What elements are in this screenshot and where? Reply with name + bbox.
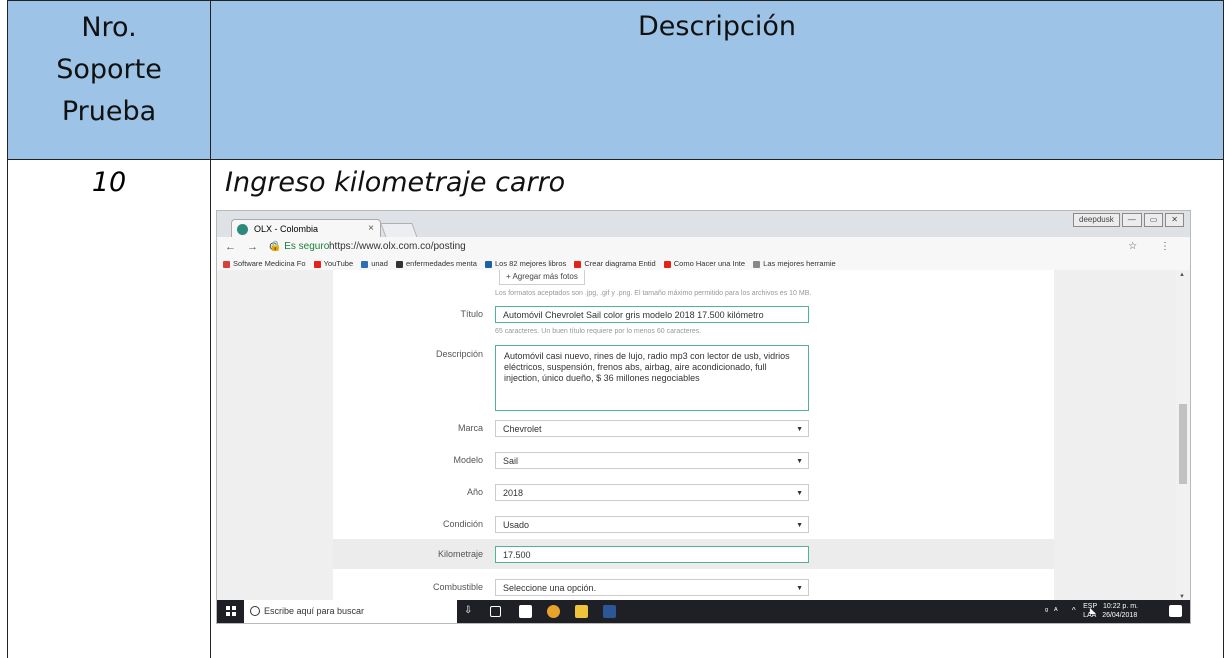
kilometraje-input[interactable]: 17.500: [495, 546, 809, 563]
bookmark-item[interactable]: YouTube: [313, 257, 353, 270]
header-line: Prueba: [61, 96, 157, 127]
header-line: Soporte: [56, 54, 162, 85]
condicion-select[interactable]: Usado ▼: [495, 516, 809, 533]
close-window-button[interactable]: ✕: [1165, 213, 1184, 227]
bookmark-item[interactable]: Software Medicina Fo: [223, 257, 306, 270]
browser-screenshot: OLX - Colombia × deepdusk — ▭ ✕ ← → C 🔒 …: [216, 210, 1191, 624]
titulo-hint: 65 caracteres. Un buen título requiere p…: [495, 328, 702, 335]
descripcion-label: Descripción: [435, 349, 483, 359]
row-title: Ingreso kilometraje carro: [225, 167, 566, 198]
modelo-select[interactable]: Sail ▼: [495, 452, 809, 469]
titulo-label: Título: [460, 309, 483, 319]
tab-bar: OLX - Colombia × deepdusk — ▭ ✕: [217, 211, 1190, 238]
bookmark-item[interactable]: Crear diagrama Entid: [574, 257, 656, 270]
notification-icon[interactable]: [1169, 605, 1182, 617]
close-icon[interactable]: ×: [368, 220, 374, 238]
titulo-input[interactable]: Automóvil Chevrolet Sail color gris mode…: [495, 306, 809, 323]
page-content: + Agregar más fotos Los formatos aceptad…: [217, 270, 1190, 602]
taskbar-search-input[interactable]: Escribe aquí para buscar: [244, 600, 457, 623]
chrome-icon[interactable]: [547, 605, 560, 618]
bookmark-item[interactable]: enfermedades menta: [396, 257, 477, 270]
combustible-select[interactable]: Seleccione una opción. ▼: [495, 579, 809, 596]
bookmark-item[interactable]: Los 82 mejores libros: [484, 257, 566, 270]
kilometraje-label: Kilometraje: [437, 549, 483, 559]
microphone-icon[interactable]: ⇩: [464, 605, 472, 616]
condicion-label: Condición: [442, 519, 483, 529]
word-icon[interactable]: [603, 605, 616, 618]
descripcion-textarea[interactable]: Automóvil casi nuevo, rines de lujo, rad…: [495, 345, 809, 411]
scroll-up-icon[interactable]: ▲: [1179, 272, 1185, 278]
modelo-label: Modelo: [453, 455, 483, 465]
bookmark-item[interactable]: unad: [361, 257, 388, 270]
maximize-button[interactable]: ▭: [1143, 213, 1164, 227]
header-support-number: Nro. Soporte Prueba: [8, 1, 211, 159]
windows-taskbar: Escribe aquí para buscar ⇩ ᵍᴬ ^ ◣ ESP 10…: [217, 600, 1190, 623]
combustible-label: Combustible: [432, 582, 483, 592]
dropdown-arrow-icon: ▼: [796, 490, 803, 497]
page-gutter-right: [1054, 270, 1176, 602]
youtube-icon: [313, 260, 321, 268]
youtube-icon: [663, 260, 671, 268]
star-and-menu-icons[interactable]: ☆ ⋮: [1128, 237, 1180, 257]
new-tab-button[interactable]: [380, 223, 418, 238]
marca-label: Marca: [457, 423, 483, 433]
cortana-circle-icon: [250, 606, 260, 616]
bookmark-icon: [396, 260, 403, 268]
formats-hint: Los formatos aceptados son .jpg, .gif y …: [495, 290, 812, 297]
bookmarks-bar: Software Medicina Fo YouTube unad enferm…: [217, 257, 1190, 270]
search-placeholder: Escribe aquí para buscar: [264, 606, 365, 616]
youtube-icon: [574, 260, 582, 268]
secure-label: 🔒 Es seguro: [269, 241, 330, 252]
scrollbar-thumb[interactable]: [1179, 404, 1187, 484]
file-explorer-icon[interactable]: [575, 605, 588, 618]
tab-title: OLX - Colombia: [254, 224, 319, 234]
minimize-button[interactable]: —: [1121, 213, 1142, 227]
mail-icon[interactable]: [519, 605, 532, 618]
table-header-row: Nro. Soporte Prueba Descripción: [7, 0, 1224, 160]
window-controls: deepdusk — ▭ ✕: [1073, 213, 1184, 227]
add-photos-button[interactable]: + Agregar más fotos: [499, 270, 585, 285]
posting-form: + Agregar más fotos Los formatos aceptad…: [333, 270, 1056, 602]
bookmark-icon: [361, 260, 369, 268]
marca-select[interactable]: Chevrolet ▼: [495, 420, 809, 437]
dropdown-arrow-icon: ▼: [796, 522, 803, 529]
tray-clock[interactable]: ESP 10:22 p. m. LAA 26/04/2018: [1083, 602, 1138, 620]
page-gutter-left: [217, 270, 333, 602]
row-number: 10: [8, 159, 211, 658]
anio-label: Año: [466, 487, 483, 497]
bookmark-item[interactable]: Las mejores herramie: [753, 257, 836, 270]
dropdown-arrow-icon: ▼: [796, 585, 803, 592]
profile-button[interactable]: deepdusk: [1073, 213, 1120, 227]
dropdown-arrow-icon: ▼: [796, 426, 803, 433]
browser-tab[interactable]: OLX - Colombia ×: [231, 219, 381, 237]
windows-start-icon[interactable]: [226, 606, 236, 616]
secure-text: Es seguro: [284, 241, 330, 252]
address-bar: ← → C 🔒 Es seguro https://www.olx.com.co…: [217, 237, 1190, 258]
anio-select[interactable]: 2018 ▼: [495, 484, 809, 501]
header-line: Nro.: [81, 12, 137, 43]
url-input[interactable]: https://www.olx.com.co/posting: [329, 237, 466, 257]
olx-logo-icon: [237, 224, 248, 235]
header-description: Descripción: [637, 11, 797, 42]
bookmark-item[interactable]: Como Hacer una Inte: [663, 257, 745, 270]
dropdown-arrow-icon: ▼: [796, 458, 803, 465]
bookmark-icon: [484, 260, 492, 268]
page-icon: [753, 260, 761, 268]
page-scrollbar[interactable]: ▲ ▼: [1176, 270, 1190, 602]
bookmark-icon: [223, 260, 230, 268]
task-view-icon[interactable]: [490, 606, 501, 617]
